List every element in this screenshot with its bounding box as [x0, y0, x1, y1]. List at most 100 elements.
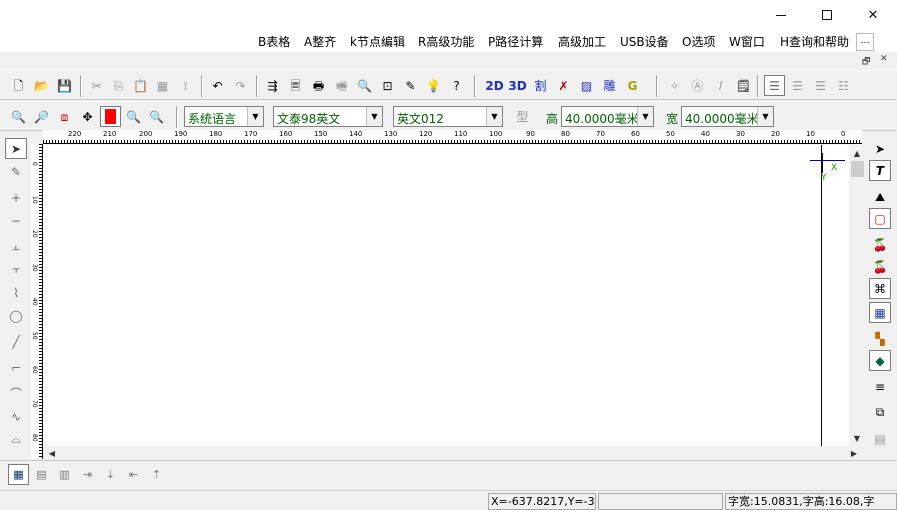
menu-window[interactable]: W窗口 — [729, 33, 765, 50]
cut-mode-button[interactable]: 割 — [530, 75, 551, 96]
print-preview-button[interactable]: 🖷 — [331, 75, 352, 96]
color-picker-button[interactable]: ✎ — [400, 75, 421, 96]
menu-options[interactable]: O选项 — [682, 33, 715, 50]
line-tool[interactable]: ╱ — [5, 331, 27, 352]
find-button[interactable]: 🔍 — [354, 75, 375, 96]
mode-3d-button[interactable]: 3D — [507, 75, 528, 96]
carve-button[interactable]: 雕 — [599, 75, 620, 96]
delete-row-button[interactable]: ⇤ — [123, 464, 144, 485]
text-effect-button[interactable]: ✧ — [664, 75, 685, 96]
paste-button[interactable]: 📋 — [130, 75, 151, 96]
zoom-in-button[interactable]: 🔍 — [8, 106, 29, 127]
table-merge-button[interactable]: ▤ — [31, 464, 52, 485]
menu-advanced[interactable]: R高级功能 — [418, 33, 474, 50]
format-painter-button[interactable]: ⟟ — [175, 75, 196, 96]
zoom-all-button[interactable]: 🔍 — [123, 106, 144, 127]
pointer-tool[interactable]: ➤ — [869, 138, 891, 159]
language-select[interactable]: 系统语言 ▼ — [184, 106, 264, 127]
menu-path-calc[interactable]: P路径计算 — [488, 33, 543, 50]
select-tool[interactable]: ➤ — [5, 138, 27, 159]
undo-button[interactable]: ↶ — [207, 75, 228, 96]
menu-table[interactable]: B表格 — [258, 33, 290, 50]
menu-usb-device[interactable]: USB设备 — [620, 33, 669, 50]
insert-table-button[interactable]: ▦ — [8, 464, 29, 485]
fill-color-button[interactable] — [100, 106, 121, 127]
horizontal-scrollbar[interactable]: ◀ ▶ — [44, 446, 862, 460]
zoom-window-button[interactable]: ⧈ — [54, 106, 75, 127]
copy-button[interactable]: ⎘ — [108, 75, 129, 96]
menu-node-edit[interactable]: k节点编辑 — [350, 33, 405, 50]
cut-path-button[interactable]: ✗ — [553, 75, 574, 96]
text-edit-button[interactable]: 🗒 — [733, 75, 754, 96]
delete-node-tool[interactable]: − — [5, 210, 27, 231]
insert-row-button[interactable]: ⇥ — [77, 464, 98, 485]
pencil-tool[interactable]: ✎ — [5, 161, 27, 182]
paste-special-button[interactable]: ▦ — [152, 75, 173, 96]
text-frame-button[interactable]: Ⓐ — [687, 75, 708, 96]
drawing-canvas[interactable]: X Y — [44, 145, 849, 446]
polyline-tool[interactable]: ⌐ — [5, 357, 27, 378]
vertical-scrollbar[interactable]: ▲ ▼ — [849, 145, 866, 446]
delete-column-button[interactable]: ⇡ — [146, 464, 167, 485]
image-tool[interactable]: ⛰ — [869, 187, 891, 208]
break-node-tool[interactable]: ⫠ — [5, 236, 27, 257]
fill-tool[interactable]: ◆ — [869, 350, 891, 371]
mirror-tool[interactable]: ⧉ — [869, 402, 891, 423]
close-button[interactable]: ✕ — [850, 0, 896, 30]
hatch-button[interactable]: ▨ — [576, 75, 597, 96]
scroll-right-icon[interactable]: ▶ — [847, 446, 861, 460]
gcode-button[interactable]: G — [622, 75, 643, 96]
paragraph-tool[interactable]: ≡ — [869, 376, 891, 397]
menu-align[interactable]: A整齐 — [304, 33, 336, 50]
palette-tool[interactable]: ▚ — [869, 328, 891, 349]
curve-tool[interactable]: ∿ — [5, 406, 27, 427]
help-button[interactable]: ? — [446, 75, 467, 96]
mode-2d-button[interactable]: 2D — [484, 75, 505, 96]
print-button[interactable]: 🖶 — [308, 75, 329, 96]
align-right-button[interactable]: ☰ — [810, 75, 831, 96]
import-button[interactable]: ⇶ — [262, 75, 283, 96]
menu-help[interactable]: H查询和帮助 — [780, 33, 849, 50]
type-button[interactable]: 型 — [512, 106, 533, 127]
circle-tool[interactable]: ◯ — [5, 305, 27, 326]
insert-column-button[interactable]: ⇣ — [100, 464, 121, 485]
align-justify-button[interactable]: ☷ — [833, 75, 854, 96]
frame-button[interactable]: ⊡ — [377, 75, 398, 96]
mdi-close-icon[interactable]: ✕ — [880, 54, 888, 64]
smooth-node-tool[interactable]: ⌇ — [5, 282, 27, 303]
shape-tool[interactable]: ⌘ — [869, 278, 891, 299]
table-tool[interactable]: ▦ — [869, 302, 891, 323]
mdi-restore-icon[interactable]: 🗗 — [862, 54, 870, 70]
redo-button[interactable]: ↷ — [230, 75, 251, 96]
table-split-button[interactable]: ▥ — [54, 464, 75, 485]
cut-button[interactable]: ✂ — [86, 75, 107, 96]
join-node-tool[interactable]: ⫟ — [5, 259, 27, 280]
font-select[interactable]: 文泰98英文 ▼ — [273, 106, 383, 127]
scroll-down-icon[interactable]: ▼ — [850, 431, 864, 445]
bezier-tool[interactable]: ⌓ — [5, 429, 27, 450]
height-field[interactable]: 40.0000毫米 ▼ — [561, 106, 654, 127]
cherry-tool[interactable]: 🍒 — [869, 234, 891, 255]
zoom-out-button[interactable]: 🔎 — [31, 106, 52, 127]
add-node-tool[interactable]: + — [5, 187, 27, 208]
arc-tool[interactable]: ⌒ — [5, 383, 27, 404]
scroll-up-icon[interactable]: ▲ — [850, 146, 864, 160]
text-tool[interactable]: T — [869, 160, 891, 181]
new-file-button[interactable]: 🗋 — [8, 75, 29, 96]
zoom-fit-button[interactable]: 🔍 — [146, 106, 167, 127]
align-left-button[interactable]: ☰ — [764, 75, 785, 96]
cherry-grid-tool[interactable]: 🍒 — [869, 256, 891, 277]
rectangle-tool[interactable]: ▢ — [869, 208, 891, 229]
maximize-button[interactable] — [804, 0, 850, 30]
pan-button[interactable]: ✥ — [77, 106, 98, 127]
page-button[interactable]: 🗏 — [285, 75, 306, 96]
menu-overflow-button[interactable]: … — [856, 33, 874, 51]
menu-advanced-machining[interactable]: 高级加工 — [558, 33, 606, 50]
save-button[interactable]: 💾 — [54, 75, 75, 96]
width-field[interactable]: 40.0000毫米 ▼ — [681, 106, 774, 127]
italic-button[interactable]: 𝐼 — [710, 75, 731, 96]
tip-button[interactable]: 💡 — [423, 75, 444, 96]
vertical-scroll-thumb[interactable] — [851, 161, 864, 177]
align-center-button[interactable]: ☰ — [787, 75, 808, 96]
scroll-left-icon[interactable]: ◀ — [45, 446, 59, 460]
